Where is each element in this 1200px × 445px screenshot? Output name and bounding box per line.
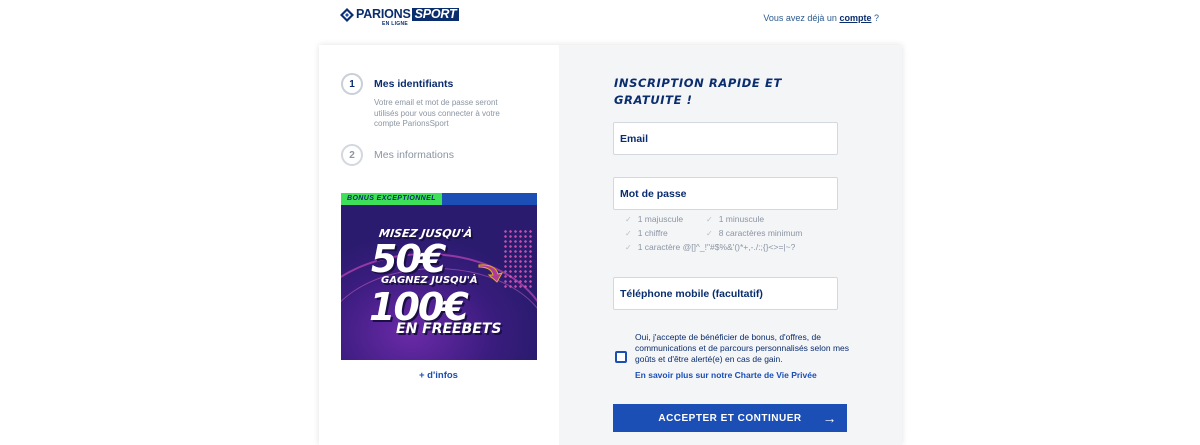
- rule-length-text: 8 caractères minimum: [718, 228, 803, 238]
- password-field[interactable]: Mot de passe: [613, 177, 838, 210]
- logo-text-parions: PARIONS: [356, 7, 411, 21]
- consent-checkbox[interactable]: [615, 351, 627, 363]
- rule-uppercase: ✓ 1 majuscule: [625, 214, 683, 224]
- banner-arrow-icon: [477, 263, 503, 283]
- bonus-tag: BONUS EXCEPTIONNEL: [341, 193, 442, 205]
- consent-text: Oui, j'accepte de bénéficier de bonus, d…: [635, 332, 850, 364]
- rule-digit-text: 1 chiffre: [637, 228, 668, 238]
- email-field[interactable]: Email: [613, 122, 838, 155]
- step-2-title: Mes informations: [374, 149, 454, 161]
- phone-field-label: Téléphone mobile (facultatif): [620, 287, 763, 300]
- rule-lowercase-text: 1 minuscule: [718, 214, 765, 224]
- form-title: INSCRIPTION RAPIDE ET GRATUITE !: [614, 76, 782, 107]
- logo-diamond-icon: [340, 8, 354, 22]
- password-field-label: Mot de passe: [620, 187, 687, 200]
- steps-panel: 1 Mes identifiants Votre email et mot de…: [319, 45, 559, 445]
- check-icon: ✓: [625, 243, 632, 252]
- account-login-link[interactable]: compte: [839, 13, 871, 23]
- step-1-number: 1: [341, 73, 363, 95]
- bonus-banner[interactable]: BONUS EXCEPTIONNEL MISEZ JUSQU'À 50€ GAG…: [341, 193, 537, 360]
- header: PARIONS SPORT EN LIGNE Vous avez déjà un…: [0, 0, 1200, 44]
- step-1: 1 Mes identifiants Votre email et mot de…: [341, 73, 524, 130]
- rule-digit: ✓ 1 chiffre: [625, 228, 668, 238]
- rule-special-text: 1 caractère @[]^_!"#$%&'()*+,-./:;{}<>=|…: [637, 242, 796, 252]
- arrow-right-icon: →: [822, 410, 837, 426]
- check-icon: ✓: [625, 215, 632, 224]
- rule-special: ✓ 1 caractère @[]^_!"#$%&'()*+,-./:;{}<>=…: [625, 242, 795, 252]
- step-2: 2 Mes informations: [341, 144, 454, 166]
- accept-continue-label: ACCEPTER ET CONTINUER: [658, 412, 802, 424]
- account-prompt: Vous avez déjà un compte ?: [763, 13, 879, 23]
- check-icon: ✓: [706, 215, 713, 224]
- account-prompt-suffix: ?: [873, 13, 879, 23]
- account-prompt-text: Vous avez déjà un: [763, 13, 837, 23]
- phone-field[interactable]: Téléphone mobile (facultatif): [613, 277, 838, 310]
- check-icon: ✓: [706, 229, 713, 238]
- more-info-link[interactable]: + d'infos: [419, 370, 458, 381]
- logo-subtext: EN LIGNE: [382, 20, 409, 27]
- banner-line-freebets: EN FREEBETS: [396, 321, 502, 337]
- logo-text-sport: SPORT: [411, 8, 460, 21]
- form-panel: INSCRIPTION RAPIDE ET GRATUITE ! Email M…: [559, 45, 902, 445]
- registration-card: 1 Mes identifiants Votre email et mot de…: [319, 45, 902, 445]
- step-1-description: Votre email et mot de passe seront utili…: [374, 98, 500, 128]
- rule-uppercase-text: 1 majuscule: [637, 214, 684, 224]
- rule-lowercase: ✓ 1 minuscule: [706, 214, 764, 224]
- step-1-title: Mes identifiants: [374, 78, 454, 90]
- check-icon: ✓: [625, 229, 632, 238]
- rule-length: ✓ 8 caractères minimum: [706, 228, 802, 238]
- banner-dots-decoration: [503, 229, 533, 289]
- privacy-policy-link[interactable]: En savoir plus sur notre Charte de Vie P…: [635, 370, 817, 380]
- accept-continue-button[interactable]: ACCEPTER ET CONTINUER →: [613, 404, 847, 432]
- parionssport-logo[interactable]: PARIONS SPORT EN LIGNE: [340, 8, 472, 30]
- step-2-number: 2: [341, 144, 363, 166]
- email-field-label: Email: [620, 132, 649, 145]
